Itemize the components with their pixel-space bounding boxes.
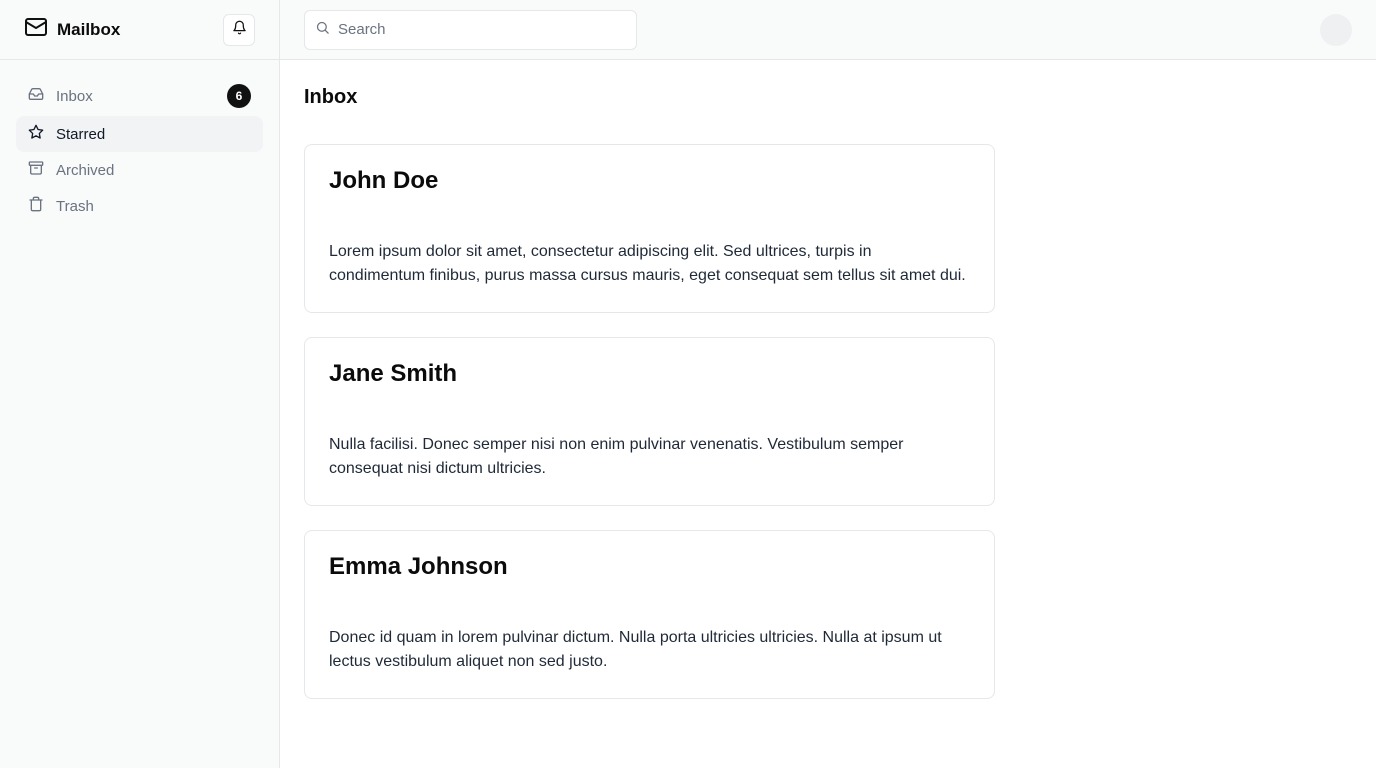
message-card[interactable]: Jane Smith Nulla facilisi. Donec semper … <box>304 337 995 506</box>
page-title: Inbox <box>304 86 358 108</box>
search-input[interactable] <box>338 21 626 38</box>
message-body: Nulla facilisi. Donec semper nisi non en… <box>329 436 904 477</box>
avatar[interactable] <box>1320 13 1352 46</box>
search-box[interactable] <box>304 9 637 50</box>
bell-icon <box>232 20 247 40</box>
brand[interactable]: Mailbox <box>24 15 120 44</box>
notifications-button[interactable] <box>223 13 255 46</box>
sidebar-nav: Inbox 6 Starred Archived Trash <box>0 60 279 242</box>
sidebar-item-label: Trash <box>56 197 94 215</box>
search-icon <box>315 20 330 40</box>
message-body: Lorem ipsum dolor sit amet, consectetur … <box>329 243 966 284</box>
message-card[interactable]: John Doe Lorem ipsum dolor sit amet, con… <box>304 144 995 313</box>
sidebar: Mailbox Inbox 6 Starred Archived Trash <box>0 0 280 768</box>
unread-count-badge: 6 <box>227 84 251 108</box>
inbox-icon <box>28 86 44 106</box>
app-root: Mailbox Inbox 6 Starred Archived Trash S… <box>0 0 1376 768</box>
sidebar-item-archived[interactable]: Archived <box>16 152 263 188</box>
main-area: Inbox John Doe Lorem ipsum dolor sit ame… <box>280 0 1376 768</box>
sidebar-item-inbox[interactable]: Inbox 6 <box>16 78 263 114</box>
content: Inbox John Doe Lorem ipsum dolor sit ame… <box>280 60 1376 725</box>
message-card[interactable]: Emma Johnson Donec id quam in lorem pulv… <box>304 530 995 699</box>
star-icon <box>28 124 44 144</box>
message-sender: Jane Smith <box>329 360 458 387</box>
brand-name: Mailbox <box>57 19 121 39</box>
message-body: Donec id quam in lorem pulvinar dictum. … <box>329 629 942 670</box>
sidebar-item-label: Archived <box>56 161 115 179</box>
sidebar-item-trash[interactable]: Trash <box>16 188 263 224</box>
message-sender: John Doe <box>329 167 439 194</box>
sidebar-item-starred[interactable]: Starred <box>16 116 263 152</box>
message-sender: Emma Johnson <box>329 553 508 580</box>
top-bar <box>280 0 1376 60</box>
mail-icon <box>24 15 48 44</box>
sidebar-item-label: Inbox <box>56 87 93 105</box>
archive-icon <box>28 160 44 180</box>
trash-icon <box>28 196 44 216</box>
sidebar-item-label: Starred <box>56 125 106 143</box>
message-list: John Doe Lorem ipsum dolor sit amet, con… <box>304 144 995 699</box>
sidebar-header: Mailbox <box>0 0 279 60</box>
